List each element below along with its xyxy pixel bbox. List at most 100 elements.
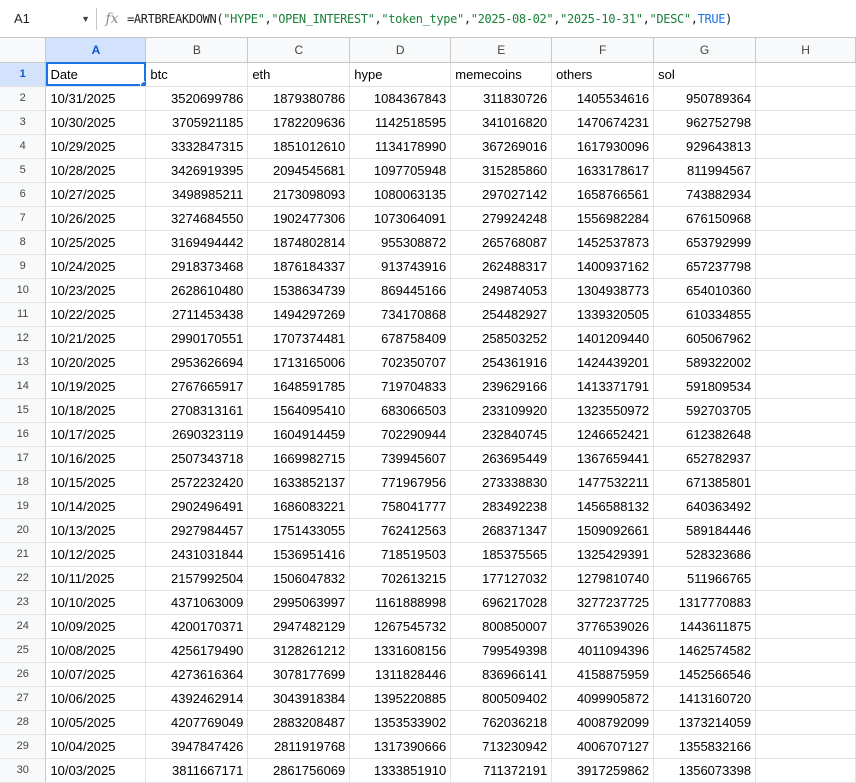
cell-e3[interactable]: 341016820 xyxy=(450,110,553,135)
select-all-corner[interactable] xyxy=(0,38,47,63)
cell-f28[interactable]: 4008792099 xyxy=(551,710,655,735)
cell-e13[interactable]: 254361916 xyxy=(450,350,553,375)
cell-g22[interactable]: 511966765 xyxy=(653,566,757,591)
cell-f4[interactable]: 1617930096 xyxy=(551,134,655,159)
cell-g26[interactable]: 1452566546 xyxy=(653,662,757,687)
cell-f26[interactable]: 4158875959 xyxy=(551,662,655,687)
cell-c23[interactable]: 2995063997 xyxy=(247,590,351,615)
row-header[interactable]: 19 xyxy=(0,494,47,519)
cell-g4[interactable]: 929643813 xyxy=(653,134,757,159)
cell-g13[interactable]: 589322002 xyxy=(653,350,757,375)
cell-g19[interactable]: 640363492 xyxy=(653,494,757,519)
cell-a28[interactable]: 10/05/2025 xyxy=(45,710,147,735)
cell-a3[interactable]: 10/30/2025 xyxy=(45,110,147,135)
cell-b1[interactable]: btc xyxy=(145,62,249,87)
cell-h5[interactable] xyxy=(755,158,856,183)
cell-f16[interactable]: 1246652421 xyxy=(551,422,655,447)
cell-g8[interactable]: 653792999 xyxy=(653,230,757,255)
cell-h2[interactable] xyxy=(755,86,856,111)
cell-a5[interactable]: 10/28/2025 xyxy=(45,158,147,183)
cell-b17[interactable]: 2507343718 xyxy=(145,446,249,471)
row-header[interactable]: 9 xyxy=(0,254,47,279)
row-header[interactable]: 27 xyxy=(0,686,47,711)
cell-e23[interactable]: 696217028 xyxy=(450,590,553,615)
cell-f2[interactable]: 1405534616 xyxy=(551,86,655,111)
cell-b11[interactable]: 2711453438 xyxy=(145,302,249,327)
cell-b9[interactable]: 2918373468 xyxy=(145,254,249,279)
cell-e16[interactable]: 232840745 xyxy=(450,422,553,447)
cell-e17[interactable]: 263695449 xyxy=(450,446,553,471)
cell-c6[interactable]: 2173098093 xyxy=(247,182,351,207)
cell-b28[interactable]: 4207769049 xyxy=(145,710,249,735)
row-header[interactable]: 5 xyxy=(0,158,47,183)
cell-f20[interactable]: 1509092661 xyxy=(551,518,655,543)
column-header-b[interactable]: B xyxy=(145,38,249,63)
cell-f12[interactable]: 1401209440 xyxy=(551,326,655,351)
cell-f8[interactable]: 1452537873 xyxy=(551,230,655,255)
cell-c18[interactable]: 1633852137 xyxy=(247,470,351,495)
cell-e8[interactable]: 265768087 xyxy=(450,230,553,255)
cell-c7[interactable]: 1902477306 xyxy=(247,206,351,231)
cell-b16[interactable]: 2690323119 xyxy=(145,422,249,447)
cell-d25[interactable]: 1331608156 xyxy=(349,638,452,663)
cell-g20[interactable]: 589184446 xyxy=(653,518,757,543)
cell-a13[interactable]: 10/20/2025 xyxy=(45,350,147,375)
cell-d16[interactable]: 702290944 xyxy=(349,422,452,447)
cell-f15[interactable]: 1323550972 xyxy=(551,398,655,423)
cell-d26[interactable]: 1311828446 xyxy=(349,662,452,687)
cell-d24[interactable]: 1267545732 xyxy=(349,614,452,639)
column-header-d[interactable]: D xyxy=(349,38,452,63)
cell-d20[interactable]: 762412563 xyxy=(349,518,452,543)
cell-a20[interactable]: 10/13/2025 xyxy=(45,518,147,543)
cell-e28[interactable]: 762036218 xyxy=(450,710,553,735)
cell-b12[interactable]: 2990170551 xyxy=(145,326,249,351)
cell-e24[interactable]: 800850007 xyxy=(450,614,553,639)
cell-b22[interactable]: 2157992504 xyxy=(145,566,249,591)
cell-a11[interactable]: 10/22/2025 xyxy=(45,302,147,327)
cell-b20[interactable]: 2927984457 xyxy=(145,518,249,543)
cell-g12[interactable]: 605067962 xyxy=(653,326,757,351)
cell-g28[interactable]: 1373214059 xyxy=(653,710,757,735)
cell-a17[interactable]: 10/16/2025 xyxy=(45,446,147,471)
cell-a29[interactable]: 10/04/2025 xyxy=(45,734,147,759)
column-header-g[interactable]: G xyxy=(653,38,757,63)
cell-f1[interactable]: others xyxy=(551,62,655,87)
cell-b21[interactable]: 2431031844 xyxy=(145,542,249,567)
cell-b19[interactable]: 2902496491 xyxy=(145,494,249,519)
cell-b18[interactable]: 2572232420 xyxy=(145,470,249,495)
cell-a1[interactable]: Date xyxy=(45,62,147,87)
cell-c29[interactable]: 2811919768 xyxy=(247,734,351,759)
row-header[interactable]: 1 xyxy=(0,62,47,87)
cell-e2[interactable]: 311830726 xyxy=(450,86,553,111)
cell-e10[interactable]: 249874053 xyxy=(450,278,553,303)
cell-h6[interactable] xyxy=(755,182,856,207)
column-header-h[interactable]: H xyxy=(755,38,856,63)
cell-h9[interactable] xyxy=(755,254,856,279)
row-header[interactable]: 7 xyxy=(0,206,47,231)
cell-b23[interactable]: 4371063009 xyxy=(145,590,249,615)
cell-d23[interactable]: 1161888998 xyxy=(349,590,452,615)
fill-handle[interactable] xyxy=(140,80,145,85)
cell-g2[interactable]: 950789364 xyxy=(653,86,757,111)
cell-f24[interactable]: 3776539026 xyxy=(551,614,655,639)
cell-b3[interactable]: 3705921185 xyxy=(145,110,249,135)
cell-c2[interactable]: 1879380786 xyxy=(247,86,351,111)
cell-c12[interactable]: 1707374481 xyxy=(247,326,351,351)
row-header[interactable]: 18 xyxy=(0,470,47,495)
cell-c17[interactable]: 1669982715 xyxy=(247,446,351,471)
cell-c13[interactable]: 1713165006 xyxy=(247,350,351,375)
cell-d3[interactable]: 1142518595 xyxy=(349,110,452,135)
cell-e20[interactable]: 268371347 xyxy=(450,518,553,543)
cell-b29[interactable]: 3947847426 xyxy=(145,734,249,759)
cell-d19[interactable]: 758041777 xyxy=(349,494,452,519)
cell-a16[interactable]: 10/17/2025 xyxy=(45,422,147,447)
row-header[interactable]: 6 xyxy=(0,182,47,207)
cell-c9[interactable]: 1876184337 xyxy=(247,254,351,279)
cell-b25[interactable]: 4256179490 xyxy=(145,638,249,663)
cell-c22[interactable]: 1506047832 xyxy=(247,566,351,591)
cell-g10[interactable]: 654010360 xyxy=(653,278,757,303)
cell-f14[interactable]: 1413371791 xyxy=(551,374,655,399)
cell-h23[interactable] xyxy=(755,590,856,615)
cell-h25[interactable] xyxy=(755,638,856,663)
cell-b7[interactable]: 3274684550 xyxy=(145,206,249,231)
